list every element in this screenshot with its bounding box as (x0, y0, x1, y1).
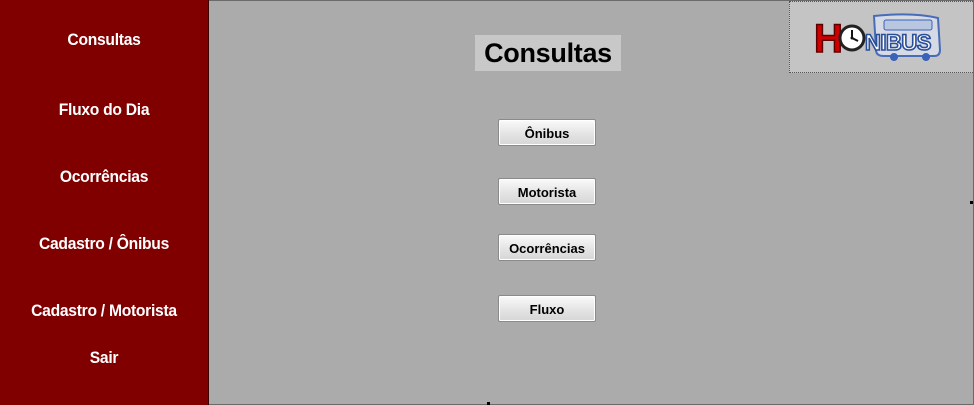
sidebar-item-consultas[interactable]: Consultas (8, 30, 199, 50)
motorista-button[interactable]: Motorista (498, 178, 596, 205)
sidebar-item-ocorrencias[interactable]: Ocorrências (8, 167, 199, 187)
svg-text:NIBUS: NIBUS (865, 30, 931, 55)
onibus-button[interactable]: Ônibus (498, 119, 596, 146)
ocorrencias-button[interactable]: Ocorrências (498, 234, 596, 261)
sidebar: Consultas Fluxo do Dia Ocorrências Cadas… (0, 0, 209, 405)
sidebar-item-fluxo-do-dia[interactable]: Fluxo do Dia (8, 100, 199, 120)
fluxo-button[interactable]: Fluxo (498, 295, 596, 322)
page-title: Consultas (475, 35, 621, 71)
resize-handle (970, 201, 973, 204)
sidebar-item-cadastro-onibus[interactable]: Cadastro / Ônibus (8, 234, 199, 254)
sidebar-item-cadastro-motorista[interactable]: Cadastro / Motorista (8, 301, 199, 321)
sidebar-item-sair[interactable]: Sair (8, 348, 199, 368)
logo: H NIBUS (814, 13, 942, 62)
main-panel: Consultas Ônibus Motorista Ocorrências F… (209, 0, 974, 405)
app-window: Consultas Fluxo do Dia Ocorrências Cadas… (0, 0, 974, 405)
logo-container: H NIBUS (789, 1, 973, 73)
clock-icon (838, 24, 866, 52)
